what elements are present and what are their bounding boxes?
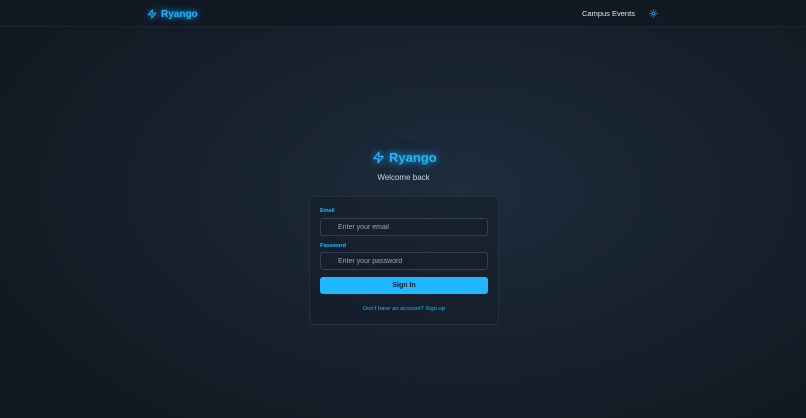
nav-link-campus-events[interactable]: Campus Events xyxy=(582,9,635,18)
theme-toggle-button[interactable] xyxy=(648,8,659,19)
email-field[interactable] xyxy=(320,218,488,236)
sign-in-button[interactable]: Sign In xyxy=(320,277,488,294)
login-card: Email Password Sign In Don't have an acc… xyxy=(309,196,499,325)
hero-brand-logo: Ryango xyxy=(372,149,437,166)
welcome-subtitle: Welcome back xyxy=(377,173,430,182)
top-nav-bar: Ryango Campus Events xyxy=(0,0,806,27)
hero-brand-name: Ryango xyxy=(389,150,437,165)
sign-up-link[interactable]: Don't have an account? Sign up xyxy=(310,306,498,312)
brand-logo[interactable]: Ryango xyxy=(147,7,198,21)
brand-name: Ryango xyxy=(161,8,198,20)
lightning-icon xyxy=(373,151,384,164)
sun-icon xyxy=(649,9,658,18)
password-field[interactable] xyxy=(320,252,488,270)
lightning-icon xyxy=(147,9,157,19)
